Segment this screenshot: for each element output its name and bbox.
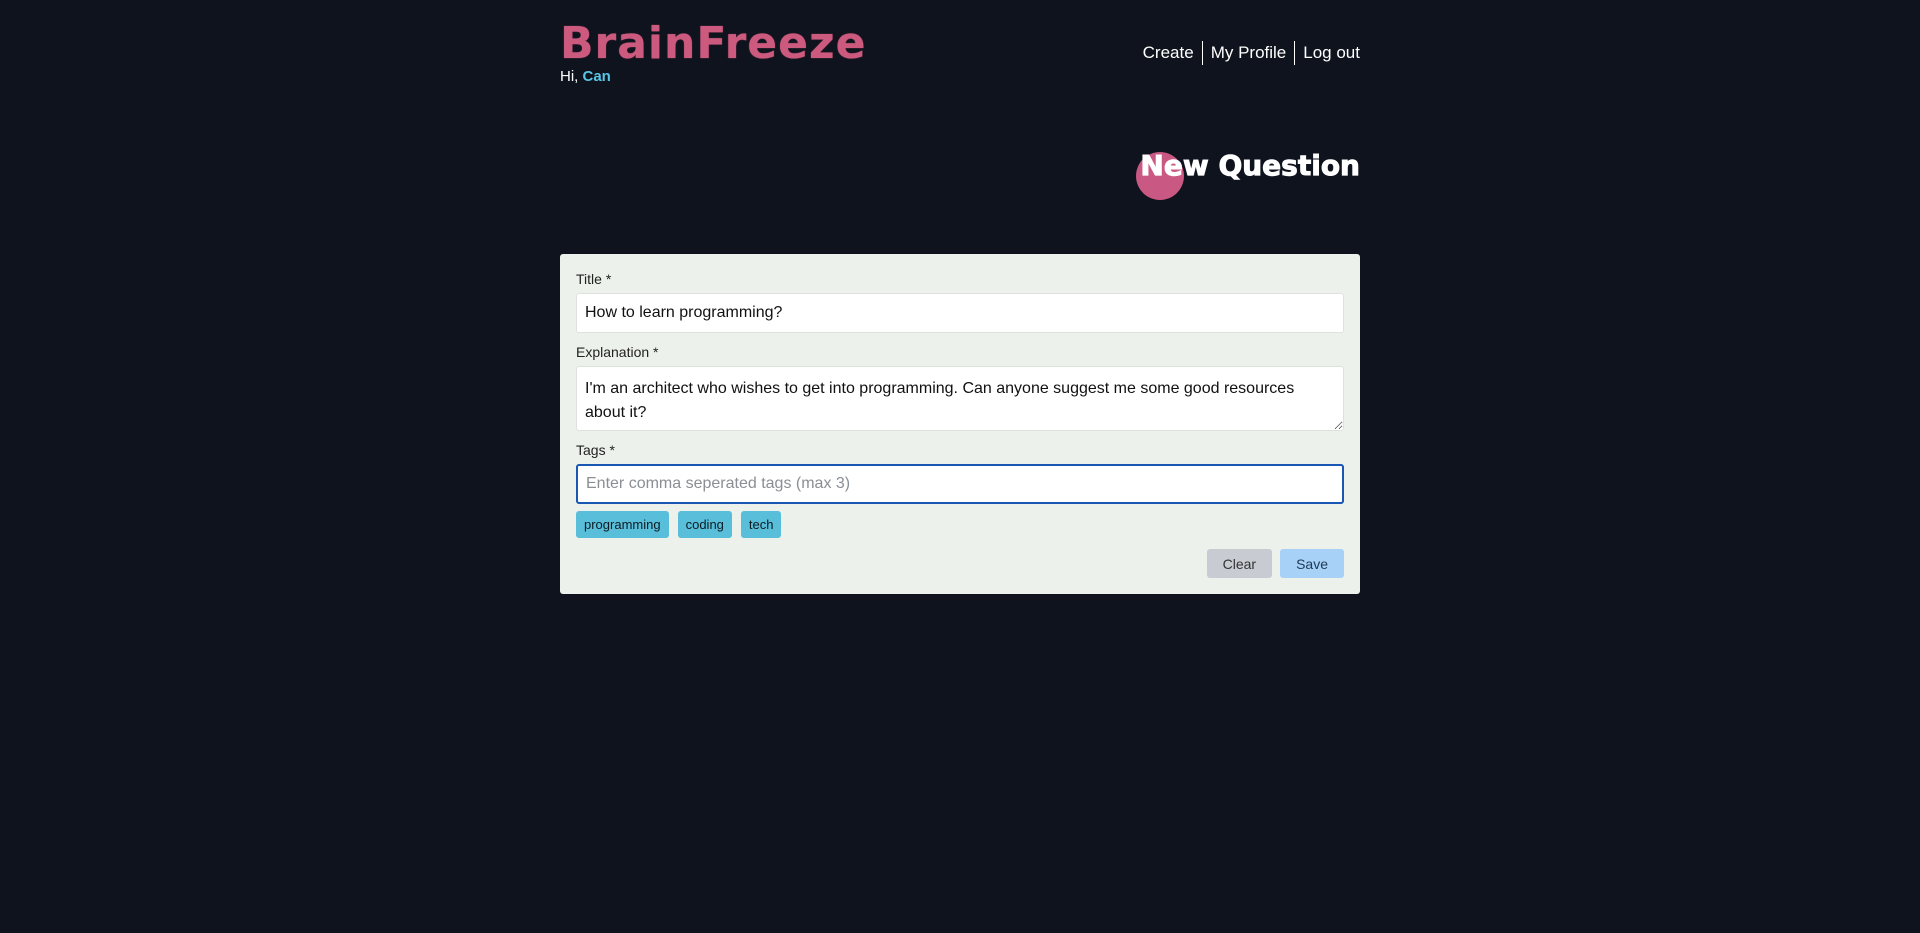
nav-my-profile-link[interactable]: My Profile — [1203, 40, 1295, 66]
title-input[interactable] — [576, 293, 1344, 333]
new-question-form: Title * Explanation * I'm an architect w… — [560, 254, 1360, 594]
page-heading-block: New Question — [1130, 146, 1360, 202]
username-link[interactable]: Can — [583, 68, 611, 85]
tag-chip[interactable]: coding — [677, 511, 732, 538]
save-button[interactable]: Save — [1280, 549, 1344, 578]
tag-chip[interactable]: tech — [740, 511, 782, 538]
explanation-label: Explanation * — [576, 344, 659, 360]
form-actions: Clear Save — [1206, 549, 1344, 578]
page: BrainFreeze Hi, Can Create My Profile Lo… — [0, 0, 1920, 933]
title-field-group: Title * — [576, 270, 1344, 333]
tag-list: programming coding tech — [576, 511, 1344, 538]
brand-logo[interactable]: BrainFreeze — [560, 16, 866, 72]
greeting-prefix: Hi, — [560, 68, 583, 85]
clear-button[interactable]: Clear — [1206, 549, 1273, 578]
tags-label: Tags * — [576, 442, 615, 458]
explanation-textarea[interactable]: I'm an architect who wishes to get into … — [576, 366, 1344, 431]
tags-input[interactable] — [576, 464, 1344, 504]
tag-chip[interactable]: programming — [576, 511, 669, 538]
tags-field-group: Tags * programming coding tech — [576, 441, 1344, 538]
title-label: Title * — [576, 271, 612, 287]
explanation-field-group: Explanation * I'm an architect who wishe… — [576, 343, 1344, 431]
main-container: BrainFreeze Hi, Can Create My Profile Lo… — [560, 0, 1360, 933]
page-title: New Question — [1140, 149, 1361, 183]
nav-create-link[interactable]: Create — [1135, 40, 1202, 66]
nav-logout-link[interactable]: Log out — [1295, 40, 1360, 66]
user-greeting: Hi, Can — [560, 68, 611, 86]
top-nav: Create My Profile Log out — [1135, 40, 1360, 66]
